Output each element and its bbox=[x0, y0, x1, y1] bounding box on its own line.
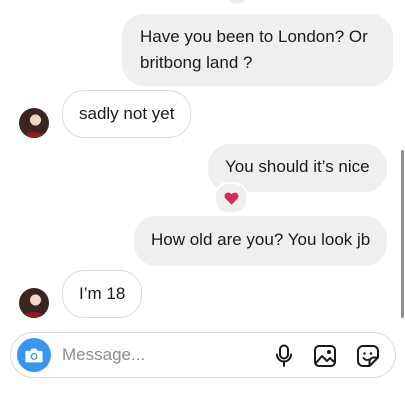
gallery-icon bbox=[314, 345, 336, 367]
message-bubble-incoming[interactable]: sadly not yet bbox=[62, 90, 192, 138]
scrollbar[interactable] bbox=[401, 150, 404, 318]
camera-icon bbox=[25, 348, 43, 363]
message-input[interactable] bbox=[62, 341, 262, 369]
message-bubble-outgoing[interactable]: How old are you? You look jb bbox=[134, 216, 388, 266]
sticker-icon bbox=[357, 345, 379, 367]
camera-button[interactable] bbox=[17, 338, 51, 372]
message-text: I’m 18 bbox=[79, 284, 126, 303]
message-text: sadly not yet bbox=[79, 104, 175, 123]
heart-icon bbox=[224, 192, 238, 205]
message-bubble-incoming[interactable]: I’m 18 bbox=[62, 270, 143, 318]
gallery-button[interactable] bbox=[312, 343, 338, 369]
avatar[interactable] bbox=[19, 108, 49, 138]
heart-reaction[interactable] bbox=[214, 182, 248, 214]
message-bubble-outgoing[interactable]: Have you been to London? Or britbong lan… bbox=[122, 14, 393, 86]
message-composer bbox=[10, 332, 396, 378]
message-text: How old are you? You look jb bbox=[151, 230, 371, 249]
voice-message-button[interactable] bbox=[271, 343, 297, 369]
chat-screen: Have you been to London? Or britbong lan… bbox=[0, 0, 405, 410]
message-text: Have you been to London? Or britbong lan… bbox=[140, 27, 368, 72]
home-indicator bbox=[135, 404, 270, 409]
avatar[interactable] bbox=[19, 288, 49, 318]
sticker-button[interactable] bbox=[355, 343, 381, 369]
message-text: You should it’s nice bbox=[225, 157, 370, 176]
previous-message-edge bbox=[226, 0, 248, 4]
microphone-icon bbox=[276, 344, 292, 367]
